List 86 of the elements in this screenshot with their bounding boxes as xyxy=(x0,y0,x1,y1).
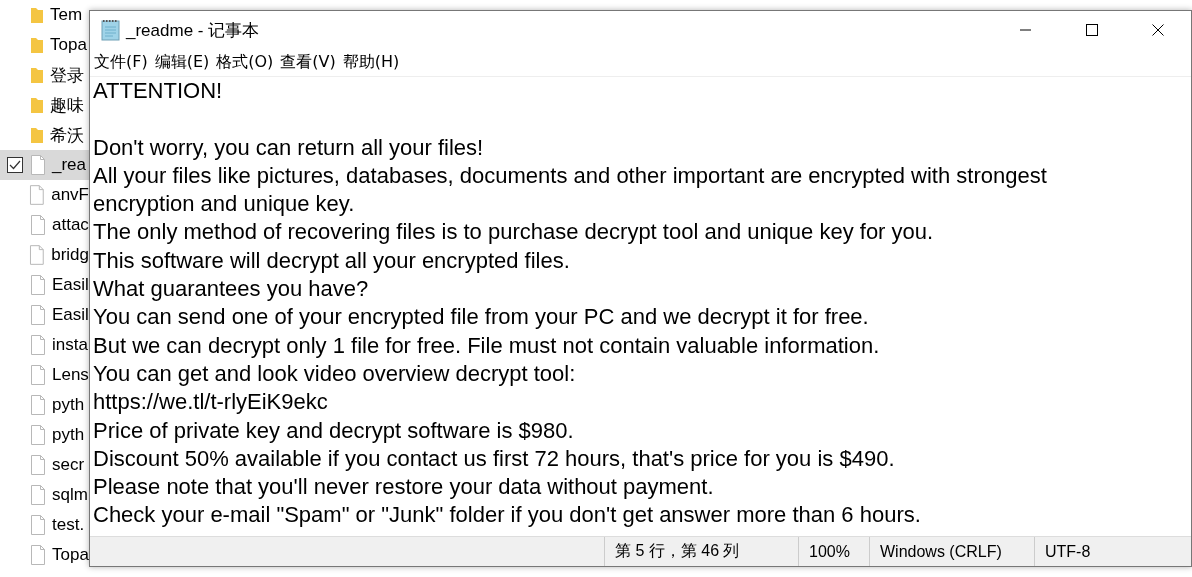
text-line: You can get and look video overview decrypt tool: xyxy=(93,359,577,388)
document-icon xyxy=(30,305,46,325)
folder-icon xyxy=(30,66,44,84)
text-line: You can send one of your encrypted file from your PC and we decrypt it for free. xyxy=(93,303,870,332)
file-list-item[interactable]: sqlm xyxy=(0,480,89,510)
document-icon xyxy=(30,425,46,445)
file-list-item[interactable]: test. xyxy=(0,510,89,540)
document-icon xyxy=(30,155,46,175)
file-list-item[interactable]: Easil xyxy=(0,270,89,300)
text-line: But we can decrypt only 1 file for free. File must not contain valuable information. xyxy=(93,331,881,360)
menu-item[interactable]: 格式(O) xyxy=(216,52,274,73)
menu-item[interactable]: 查看(V) xyxy=(280,52,336,73)
document-icon xyxy=(30,515,46,535)
file-name: secr xyxy=(52,455,85,475)
document-icon xyxy=(30,215,46,235)
text-line: https://we.tl/t-rlyEiK9ekc xyxy=(93,388,329,417)
file-list-item[interactable]: Tem xyxy=(0,0,89,30)
text-line: Don't worry, you can return all your files! xyxy=(93,133,485,162)
file-list-item[interactable]: insta xyxy=(0,330,89,360)
document-icon xyxy=(30,395,46,415)
text-line: Please note that you'll never restore your data without payment. xyxy=(93,473,715,502)
file-name: 登录 xyxy=(50,64,84,87)
file-name: 希沃 xyxy=(50,124,84,147)
text-line: Discount 50% available if you contact us first 72 hours, that's price for you is $490. xyxy=(93,444,896,473)
text-line: Check your e-mail "Spam" or "Junk" folder if you don't get answer more than 6 hours. xyxy=(93,501,922,530)
document-icon xyxy=(30,365,46,385)
folder-icon xyxy=(30,36,44,54)
menu-item[interactable]: 帮助(H) xyxy=(342,52,400,73)
folder-icon xyxy=(30,126,44,144)
file-name: Tem xyxy=(50,5,83,25)
file-name: Lens xyxy=(52,365,89,385)
file-list-item[interactable]: 希沃 xyxy=(0,120,89,150)
file-list-item[interactable]: pyth xyxy=(0,390,89,420)
file-name: Topa xyxy=(50,35,87,55)
file-list-item[interactable]: secr xyxy=(0,450,89,480)
text-line: What guarantees you have? xyxy=(93,275,370,304)
file-list-item[interactable]: Topa xyxy=(0,540,89,570)
file-list-item[interactable]: bridg xyxy=(0,240,89,270)
notepad-icon xyxy=(100,19,122,41)
file-name: Topa xyxy=(52,545,89,565)
zoom-level: 100% xyxy=(798,537,869,566)
line-ending: Windows (CRLF) xyxy=(869,537,1034,566)
file-name: pyth xyxy=(52,395,85,415)
file-list-item[interactable]: _rea xyxy=(0,150,89,180)
file-name: insta xyxy=(52,335,88,355)
document-icon xyxy=(30,275,46,295)
file-list-item[interactable]: 趣味 xyxy=(0,90,89,120)
window-title: _readme - 记事本 xyxy=(126,19,260,42)
file-name: _rea xyxy=(52,155,87,175)
document-icon xyxy=(30,545,46,565)
file-name: Easil xyxy=(52,275,89,295)
file-name: 趣味 xyxy=(50,94,84,117)
file-name: bridg xyxy=(51,245,89,265)
file-name: Easil xyxy=(52,305,89,325)
text-line: ATTENTION! xyxy=(93,77,224,105)
file-list-item[interactable]: pyth xyxy=(0,420,89,450)
document-icon xyxy=(30,485,46,505)
file-list-item[interactable]: anvF xyxy=(0,180,89,210)
document-icon xyxy=(30,455,46,475)
file-list-item[interactable]: 登录 xyxy=(0,60,89,90)
text-line: Price of private key and decrypt software is $980. xyxy=(93,416,575,445)
text-line: This software will decrypt all your encrypted files. xyxy=(93,246,571,275)
document-icon xyxy=(29,185,46,205)
text-line: All your files like pictures, databases, documents and other important are encrypted with strongest xyxy=(93,161,1048,190)
text-line: The only method of recovering files is to purchase decrypt tool and unique key for you. xyxy=(93,218,935,247)
file-list-item[interactable]: attac xyxy=(0,210,89,240)
file-name: sqlm xyxy=(52,485,88,505)
file-list-item[interactable]: Topa xyxy=(0,30,89,60)
file-name: test. xyxy=(52,515,85,535)
encoding: UTF-8 xyxy=(1034,537,1191,566)
file-name: anvF xyxy=(51,185,89,205)
close-icon xyxy=(1152,24,1164,36)
checkbox-icon[interactable] xyxy=(7,157,23,173)
folder-icon xyxy=(30,6,44,24)
text-line: encryption and unique key. xyxy=(93,190,356,219)
cursor-position: 第 5 行，第 46 列 xyxy=(604,537,798,566)
document-icon xyxy=(29,245,46,265)
file-list-item[interactable]: Easil xyxy=(0,300,89,330)
menu-item[interactable]: 编辑(E) xyxy=(154,52,210,73)
file-name: pyth xyxy=(52,425,85,445)
file-list-item[interactable]: Lens xyxy=(0,360,89,390)
document-icon xyxy=(30,335,46,355)
folder-icon xyxy=(30,96,44,114)
file-name: attac xyxy=(52,215,89,235)
maximize-icon xyxy=(1086,24,1098,36)
menu-item[interactable]: 文件(F) xyxy=(94,52,148,73)
